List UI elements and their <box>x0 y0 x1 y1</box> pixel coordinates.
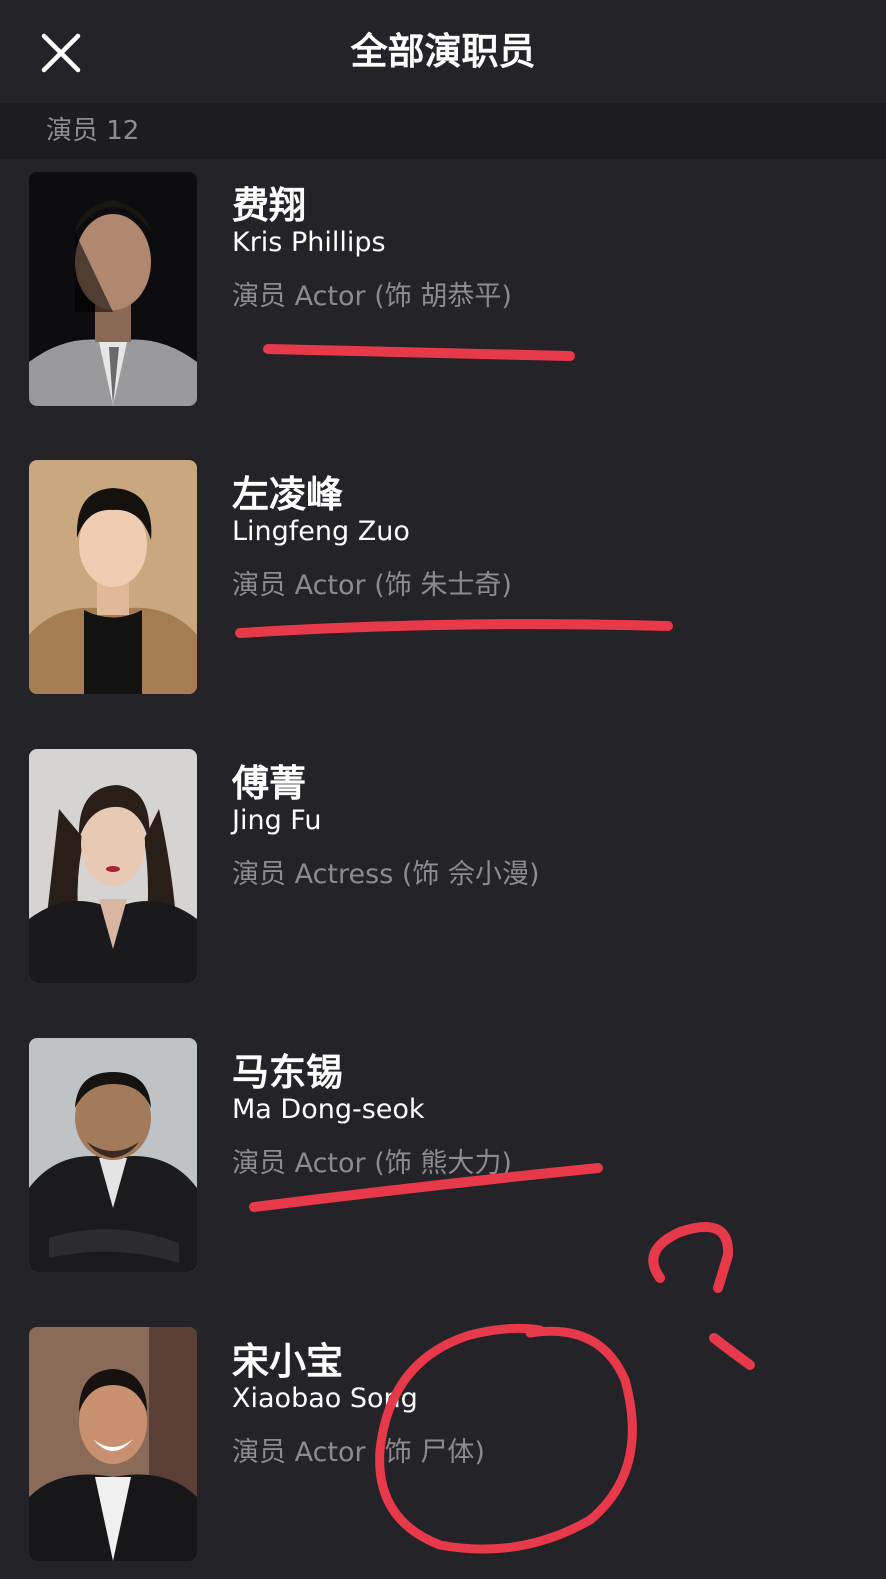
cast-count-label: 演员 12 <box>46 116 140 146</box>
actor-name-cn: 费翔 <box>232 184 306 227</box>
close-icon <box>41 33 81 73</box>
actor-name-cn: 宋小宝 <box>232 1340 343 1383</box>
actor-photo <box>29 749 197 983</box>
page-title: 全部演职员 <box>350 30 536 73</box>
cast-item[interactable]: 左凌峰 Lingfeng Zuo 演员 Actor (饰 朱士奇) <box>0 448 886 698</box>
actor-photo <box>29 172 197 406</box>
actor-photo <box>29 1327 197 1561</box>
actor-name-cn: 左凌峰 <box>232 473 343 516</box>
actor-name-cn: 马东锡 <box>232 1051 343 1094</box>
actor-name-en: Xiaobao Song <box>232 1383 418 1414</box>
actor-role: 演员 Actor (饰 朱士奇) <box>232 570 512 601</box>
actor-role: 演员 Actor (饰 熊大力) <box>232 1148 512 1179</box>
actor-name-cn: 傅菁 <box>232 762 306 805</box>
section-header: 演员 12 <box>0 103 886 159</box>
actor-photo <box>29 1038 197 1272</box>
actor-name-en: Jing Fu <box>232 805 322 836</box>
actor-role: 演员 Actor (饰 胡恭平) <box>232 281 512 312</box>
actor-photo <box>29 460 197 694</box>
cast-item[interactable]: 马东锡 Ma Dong-seok 演员 Actor (饰 熊大力) <box>0 1026 886 1276</box>
cast-item[interactable]: 傅菁 Jing Fu 演员 Actress (饰 佘小漫) <box>0 737 886 987</box>
actor-name-en: Ma Dong-seok <box>232 1094 425 1125</box>
cast-item[interactable]: 费翔 Kris Phillips 演员 Actor (饰 胡恭平) <box>0 159 886 409</box>
cast-item[interactable]: 宋小宝 Xiaobao Song 演员 Actor (饰 尸体) <box>0 1315 886 1565</box>
actor-name-en: Lingfeng Zuo <box>232 516 410 547</box>
actor-role: 演员 Actor (饰 尸体) <box>232 1437 485 1468</box>
close-button[interactable] <box>36 28 86 78</box>
actor-name-en: Kris Phillips <box>232 227 386 258</box>
actor-role: 演员 Actress (饰 佘小漫) <box>232 859 540 890</box>
header-bar: 全部演职员 <box>0 0 886 103</box>
